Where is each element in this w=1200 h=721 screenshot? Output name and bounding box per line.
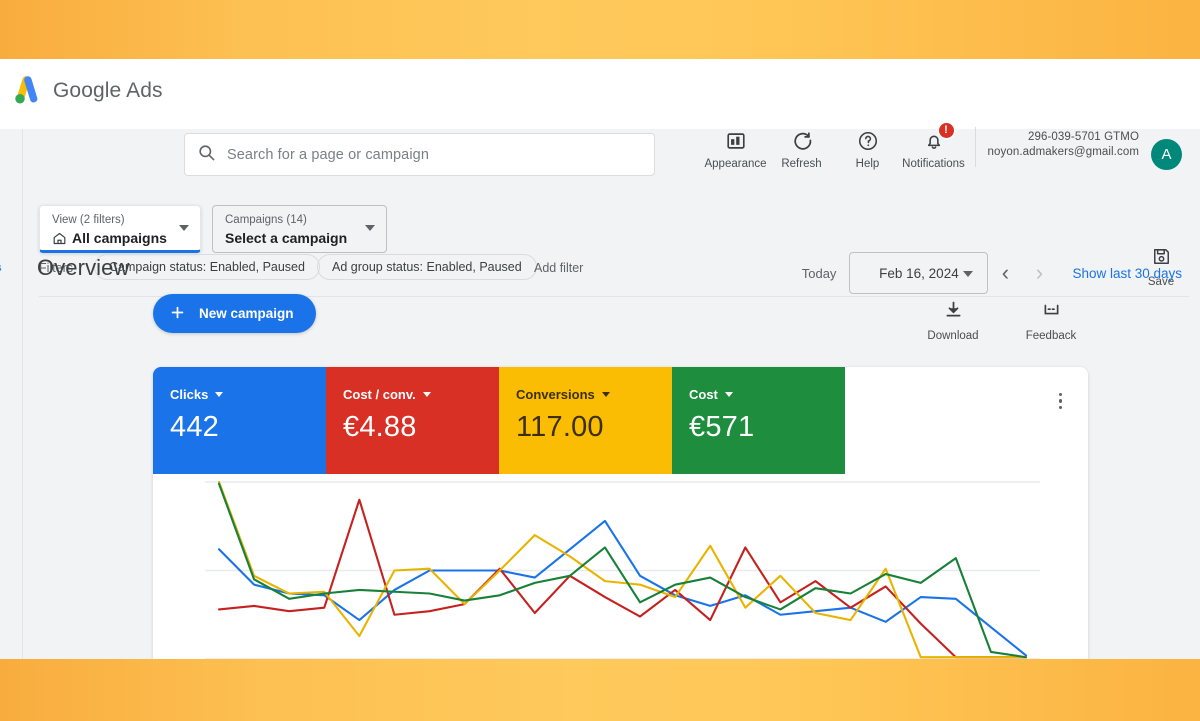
- metric-tiles: Clicks 442 Cost / conv. €4.88 Conversion…: [153, 367, 845, 474]
- metric-label-row: Cost: [689, 387, 845, 402]
- metric-label: Clicks: [170, 387, 209, 402]
- chevron-down-icon: [179, 225, 189, 231]
- download-button[interactable]: Download: [921, 299, 985, 342]
- metric-value: €571: [689, 411, 755, 443]
- metric-label-row: Clicks: [170, 387, 326, 402]
- date-picker[interactable]: Feb 16, 2024: [849, 252, 989, 294]
- campaign-selector-label: Campaigns (14): [225, 214, 307, 226]
- chevron-down-icon: [601, 392, 610, 397]
- feedback-icon: [1041, 299, 1062, 325]
- chevron-down-icon: [963, 271, 974, 277]
- chart-series-conversions: [217, 480, 1028, 659]
- chevron-down-icon: [365, 225, 375, 231]
- page-title: Overview: [37, 255, 130, 280]
- chevron-down-icon: [215, 392, 224, 397]
- metric-label: Conversions: [516, 387, 595, 402]
- new-campaign-button[interactable]: New campaign: [153, 294, 316, 333]
- page-toolbar: Download Feedback: [921, 299, 1083, 342]
- decorative-bottom-bar: [0, 659, 1200, 721]
- date-value: Feb 16, 2024: [879, 265, 959, 281]
- google-ads-app: ns Google Ads: [0, 59, 1200, 659]
- google-ads-logo-link[interactable]: Google Ads: [10, 74, 163, 108]
- kebab-menu-icon[interactable]: [1058, 393, 1062, 410]
- metric-tile-conversions[interactable]: Conversions 117.00: [499, 367, 672, 474]
- performance-chart: 12 AM 11 PM: [153, 474, 1088, 659]
- chevron-down-icon: [422, 392, 431, 397]
- metric-tile-clicks[interactable]: Clicks 442: [153, 367, 326, 474]
- metric-value: 442: [170, 411, 219, 443]
- app-header: Google Ads Search for a page or campaign: [0, 59, 1200, 176]
- screenshot-stage: ns Google Ads: [0, 0, 1200, 721]
- previous-day-button[interactable]: ‹: [988, 252, 1022, 294]
- metric-label-row: Cost / conv.: [343, 387, 499, 402]
- new-campaign-label: New campaign: [199, 306, 294, 321]
- metric-label: Cost: [689, 387, 718, 402]
- metric-tile-cost-per-conv[interactable]: Cost / conv. €4.88: [326, 367, 499, 474]
- feedback-button[interactable]: Feedback: [1019, 299, 1083, 342]
- download-icon: [943, 299, 964, 325]
- next-day-button[interactable]: ›: [1022, 252, 1056, 294]
- feedback-label: Feedback: [1025, 330, 1077, 342]
- metric-value: €4.88: [343, 411, 417, 443]
- google-ads-logo-icon: [10, 74, 44, 108]
- selector-row: View (2 filters) All campaigns Campaigns…: [0, 129, 1200, 253]
- decorative-top-bar: [0, 0, 1200, 59]
- plus-icon: [169, 304, 186, 324]
- metric-label: Cost / conv.: [343, 387, 416, 402]
- today-label: Today: [801, 265, 837, 281]
- metric-value: 117.00: [516, 411, 604, 443]
- logo-text: Google Ads: [53, 79, 163, 102]
- chevron-down-icon: [724, 392, 733, 397]
- metric-tile-cost[interactable]: Cost €571: [672, 367, 845, 474]
- filter-chip-adgroup-status[interactable]: Ad group status: Enabled, Paused: [317, 254, 537, 280]
- chart-series-clicks: [217, 519, 1028, 657]
- view-selector-label: View (2 filters): [52, 214, 125, 226]
- add-filter-button[interactable]: Add filter: [534, 261, 583, 275]
- performance-card: Clicks 442 Cost / conv. €4.88 Conversion…: [153, 367, 1088, 659]
- metric-label-row: Conversions: [516, 387, 672, 402]
- download-label: Download: [927, 330, 979, 342]
- show-last-30-days-link[interactable]: Show last 30 days: [1072, 266, 1182, 281]
- date-range-controls: Today Feb 16, 2024 ‹ › Show last 30 days: [802, 252, 1182, 294]
